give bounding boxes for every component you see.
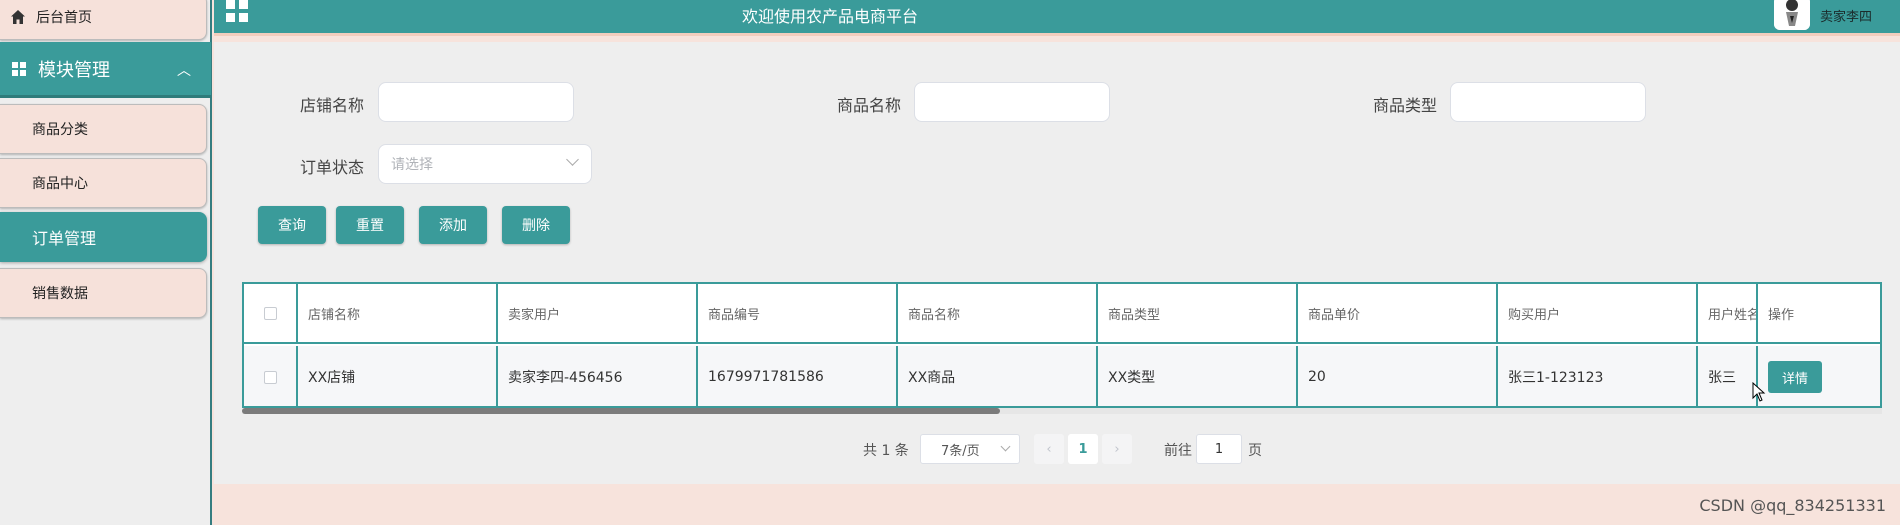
main-content: 店铺名称 商品名称 商品类型 订单状态 请选择 查询 重置 添加 删除 店铺名称… bbox=[214, 42, 1900, 484]
column-header[interactable]: 购买用户 bbox=[1498, 284, 1698, 342]
table-cell: XX类型 bbox=[1098, 346, 1298, 406]
column-header[interactable]: 商品名称 bbox=[898, 284, 1098, 342]
page-size-value: 7条/页 bbox=[941, 443, 980, 459]
page-size-select[interactable]: 7条/页 bbox=[920, 434, 1020, 464]
table-row: XX店铺 卖家李四-456456 1679971781586 XX商品 XX类型… bbox=[244, 346, 1880, 406]
mouse-cursor-icon bbox=[1752, 381, 1766, 406]
sidebar-section-module[interactable]: 模块管理 ︿ bbox=[0, 42, 211, 98]
total-count: 共 1 条 bbox=[863, 443, 909, 459]
shop-name-label: 店铺名称 bbox=[300, 96, 365, 115]
table-cell: 卖家李四-456456 bbox=[498, 346, 698, 406]
goto-prefix: 前往 bbox=[1164, 443, 1192, 459]
reset-button[interactable]: 重置 bbox=[336, 206, 404, 244]
next-page-button[interactable]: › bbox=[1102, 434, 1132, 464]
sidebar-item-home[interactable]: 后台首页 bbox=[0, 0, 207, 40]
goto-page-input[interactable]: 1 bbox=[1196, 434, 1242, 464]
delete-button[interactable]: 删除 bbox=[502, 206, 570, 244]
chevron-down-icon bbox=[1000, 441, 1011, 452]
product-name-label: 商品名称 bbox=[837, 96, 902, 115]
watermark-text: CSDN @qq_834251331 bbox=[1699, 496, 1886, 515]
action-cell: 详情 bbox=[1758, 346, 1880, 406]
horizontal-scrollbar[interactable] bbox=[242, 408, 1882, 414]
sidebar-item-sales-data[interactable]: 销售数据 bbox=[0, 268, 207, 318]
sidebar-item-product-center[interactable]: 商品中心 bbox=[0, 158, 207, 208]
sidebar-item-label: 商品分类 bbox=[32, 122, 88, 138]
column-header[interactable]: 商品编号 bbox=[698, 284, 898, 342]
table-cell: 20 bbox=[1298, 346, 1498, 406]
sidebar-section-label: 模块管理 bbox=[38, 59, 110, 81]
user-name[interactable]: 卖家李四 bbox=[1820, 6, 1872, 25]
product-type-label: 商品类型 bbox=[1373, 96, 1438, 115]
column-header[interactable]: 商品类型 bbox=[1098, 284, 1298, 342]
page-title: 欢迎使用农产品电商平台 bbox=[741, 7, 918, 26]
table-cell: XX商品 bbox=[898, 346, 1098, 406]
orders-table: 店铺名称 卖家用户 商品编号 商品名称 商品类型 商品单价 购买用户 用户姓名 … bbox=[242, 282, 1882, 408]
column-header[interactable]: 用户姓名 bbox=[1698, 284, 1758, 342]
avatar-icon[interactable] bbox=[1774, 0, 1810, 30]
detail-button[interactable]: 详情 bbox=[1768, 361, 1822, 393]
chevron-down-icon bbox=[566, 153, 579, 166]
order-status-placeholder: 请选择 bbox=[391, 157, 433, 173]
sidebar-item-label: 商品中心 bbox=[32, 176, 88, 192]
shop-name-input[interactable] bbox=[378, 82, 574, 122]
order-status-label: 订单状态 bbox=[300, 158, 365, 177]
row-select-cell bbox=[244, 346, 298, 406]
order-status-select[interactable]: 请选择 bbox=[378, 144, 592, 184]
table-header-row: 店铺名称 卖家用户 商品编号 商品名称 商品类型 商品单价 购买用户 用户姓名 … bbox=[244, 284, 1880, 344]
scrollbar-thumb[interactable] bbox=[242, 408, 1000, 414]
product-type-input[interactable] bbox=[1450, 82, 1646, 122]
column-header[interactable]: 卖家用户 bbox=[498, 284, 698, 342]
add-button[interactable]: 添加 bbox=[419, 206, 487, 244]
product-name-input[interactable] bbox=[914, 82, 1110, 122]
table-cell: 1679971781586 bbox=[698, 346, 898, 406]
chevron-right-icon: › bbox=[1114, 441, 1120, 457]
select-all-checkbox[interactable] bbox=[263, 306, 277, 320]
grid-icon bbox=[12, 61, 26, 76]
sidebar: 后台首页 模块管理 ︿ 商品分类 商品中心 订单管理 销售数据 bbox=[0, 0, 212, 525]
sidebar-item-label: 订单管理 bbox=[32, 229, 97, 248]
query-button[interactable]: 查询 bbox=[258, 206, 326, 244]
sidebar-item-orders[interactable]: 订单管理 bbox=[0, 212, 207, 262]
row-checkbox[interactable] bbox=[263, 370, 277, 384]
table-cell: 张三1-123123 bbox=[1498, 346, 1698, 406]
sidebar-item-label: 销售数据 bbox=[32, 286, 88, 302]
table-cell: XX店铺 bbox=[298, 346, 498, 406]
home-icon bbox=[10, 9, 26, 25]
chevron-left-icon: ‹ bbox=[1046, 441, 1052, 457]
page-number-button[interactable]: 1 bbox=[1068, 434, 1098, 464]
column-header: 操作 bbox=[1768, 307, 1795, 323]
sidebar-item-category[interactable]: 商品分类 bbox=[0, 104, 207, 154]
chevron-up-icon: ︿ bbox=[177, 63, 191, 79]
prev-page-button[interactable]: ‹ bbox=[1034, 434, 1064, 464]
table-cell: 张三 bbox=[1698, 346, 1758, 406]
column-header[interactable]: 店铺名称 bbox=[298, 284, 498, 342]
top-header: 欢迎使用农产品电商平台 卖家李四 bbox=[214, 0, 1900, 36]
goto-suffix: 页 bbox=[1248, 443, 1262, 459]
select-all-cell bbox=[244, 284, 298, 342]
sidebar-item-label: 后台首页 bbox=[36, 10, 92, 26]
column-header[interactable]: 商品单价 bbox=[1298, 284, 1498, 342]
